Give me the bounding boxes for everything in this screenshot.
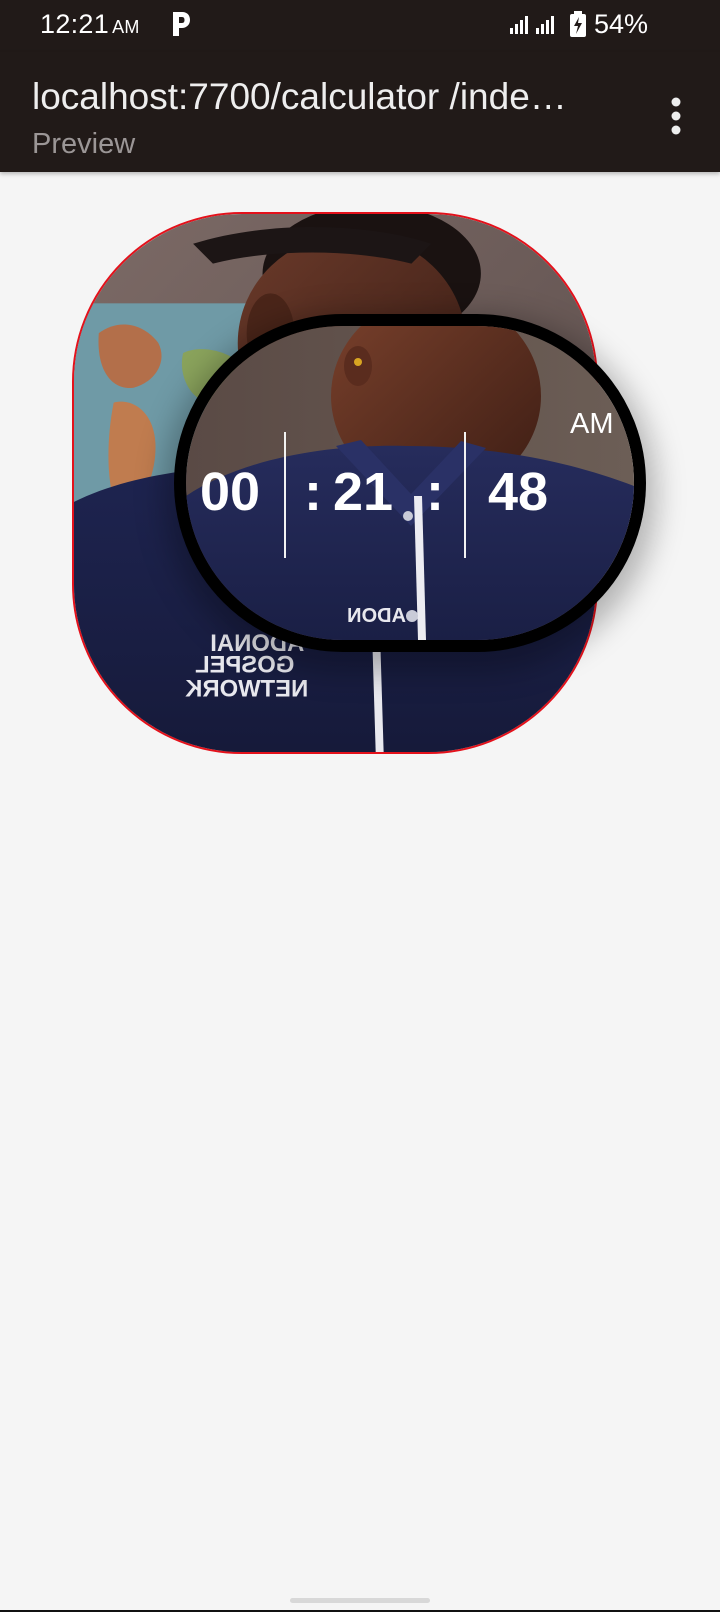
signal-icon-sim2 <box>536 16 554 34</box>
gesture-bar[interactable] <box>290 1598 430 1603</box>
clock-separator: : <box>304 462 322 522</box>
clock-divider <box>464 432 466 558</box>
clock-digits: 00 : 21 : 48 AM <box>186 326 634 640</box>
clock-divider <box>284 432 286 558</box>
clock-hours: 00 <box>200 462 261 522</box>
battery-charging-icon <box>570 11 586 37</box>
clock-separator: : <box>426 462 444 522</box>
clock-widget: ADON 00 : 21 : 48 AM <box>174 314 646 652</box>
app-bar: localhost:7700/calculator /inde… Preview <box>0 52 720 172</box>
more-vert-icon[interactable] <box>662 96 690 136</box>
clock-minutes: 21 <box>333 462 394 522</box>
status-time-ampm: AM <box>112 17 140 37</box>
status-time: 12:21 AM <box>40 9 140 40</box>
battery-percentage: 54% <box>594 9 649 39</box>
signal-icon <box>510 16 528 34</box>
clock-ampm: AM <box>570 408 614 440</box>
status-bar: 12:21 AM 54% <box>0 0 720 52</box>
page-title: localhost:7700/calculator /inde… <box>32 76 567 117</box>
shirt-text-line-3: NETWORK <box>185 675 308 702</box>
page-subtitle: Preview <box>32 128 136 160</box>
p-icon <box>173 12 190 36</box>
clock-seconds: 48 <box>488 462 549 522</box>
status-time-value: 12:21 <box>40 9 110 39</box>
